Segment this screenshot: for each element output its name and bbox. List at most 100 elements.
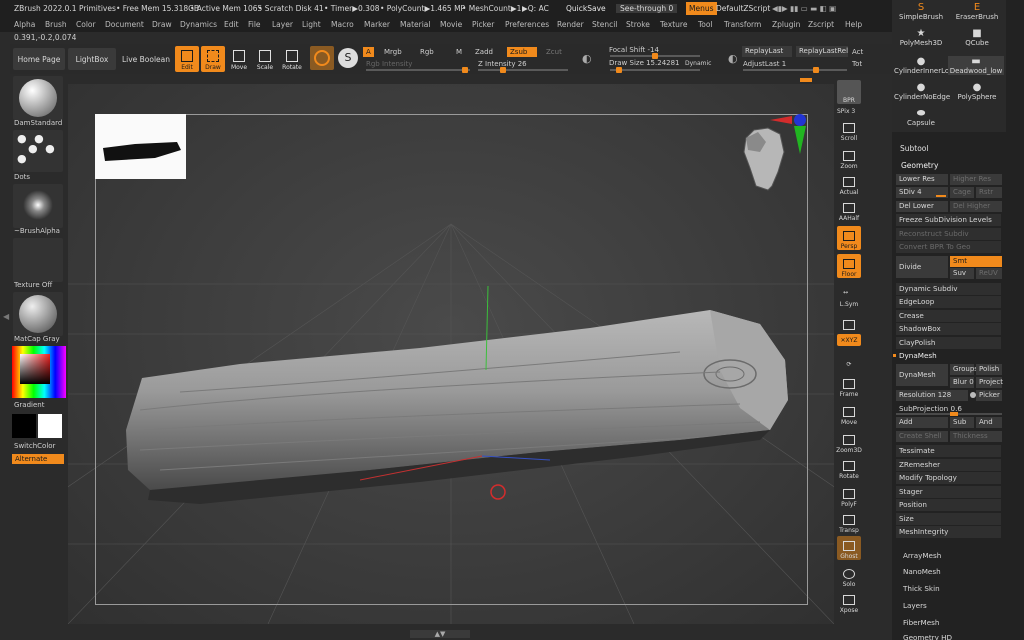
floor-button[interactable]: Floor: [837, 254, 861, 278]
xpose-button[interactable]: Xpose: [837, 590, 861, 614]
zremesher-section[interactable]: ZRemesher: [896, 459, 1001, 471]
rgb-intensity-track[interactable]: [366, 67, 470, 73]
default-script[interactable]: DefaultZScript: [716, 4, 770, 13]
texture-tile[interactable]: [13, 238, 63, 282]
brush-tile[interactable]: [13, 76, 63, 120]
deadwood-tool[interactable]: ▬ Deadwood_low: [948, 56, 1004, 75]
rotate-view-button[interactable]: Rotate: [837, 456, 861, 480]
gizmo-axes[interactable]: [360, 280, 560, 510]
dynamic-subdiv-section[interactable]: Dynamic Subdiv: [896, 283, 1001, 295]
quicksave-button[interactable]: QuickSave: [566, 4, 606, 13]
lsym-button[interactable]: ↔ L.Sym: [837, 284, 861, 308]
switch-color-button[interactable]: SwitchColor: [10, 442, 70, 450]
alpha-tile[interactable]: [13, 184, 63, 228]
rotate-button[interactable]: Rotate: [280, 46, 304, 72]
claypolish-section[interactable]: ClayPolish: [896, 337, 1001, 349]
pivot-circle-icon[interactable]: [490, 484, 506, 500]
primary-color-swatch[interactable]: [12, 414, 36, 438]
meshintegrity-section[interactable]: MeshIntegrity: [896, 526, 1001, 538]
left-tray-arrow-icon[interactable]: ◀: [3, 312, 9, 330]
crease-section[interactable]: Crease: [896, 310, 1001, 322]
rgb-toggle[interactable]: Rgb: [420, 48, 434, 56]
rotate-y-icon[interactable]: ⟳: [837, 348, 861, 368]
and-button[interactable]: And: [976, 417, 1002, 428]
persp-button[interactable]: Persp: [837, 226, 861, 250]
zoom3d-button[interactable]: Zoom3D: [836, 430, 862, 454]
cage-button[interactable]: Cage: [950, 187, 974, 198]
divide-button[interactable]: Divide: [896, 256, 948, 278]
menu-material[interactable]: Material: [400, 20, 430, 29]
actual-button[interactable]: Actual: [837, 172, 861, 196]
menu-file[interactable]: File: [248, 20, 261, 29]
bpr-button[interactable]: BPR: [837, 80, 861, 104]
thick-skin-section[interactable]: Thick Skin: [900, 583, 1005, 595]
transp-button[interactable]: Transp: [837, 510, 861, 534]
menu-zscript[interactable]: Zscript: [808, 20, 834, 29]
spix-slider[interactable]: SPix 3: [837, 108, 855, 115]
z-intensity-knob[interactable]: [500, 67, 506, 73]
color-picker[interactable]: [12, 346, 66, 398]
zsub-toggle[interactable]: Zsub: [507, 47, 537, 57]
polyf-button[interactable]: PolyF: [837, 484, 861, 508]
adjust-last-track[interactable]: [743, 67, 847, 73]
live-boolean-button[interactable]: Live Boolean: [118, 48, 174, 70]
project-toggle[interactable]: Project: [976, 377, 1003, 388]
cylinder-inner-tool[interactable]: ● CylinderInnerLo: [894, 56, 949, 75]
rgb-intensity-slider[interactable]: Rgb Intensity: [366, 60, 412, 68]
qcube-tool[interactable]: ■ QCube: [950, 28, 1004, 47]
frame-button[interactable]: Frame: [837, 374, 861, 398]
add-button[interactable]: Add: [896, 417, 948, 428]
see-through-slider[interactable]: See-through 0: [616, 4, 678, 13]
spotlight-icon[interactable]: S: [338, 48, 358, 68]
polish-toggle[interactable]: Polish: [976, 364, 1002, 375]
del-lower-button[interactable]: Del Lower: [896, 201, 948, 212]
create-shell-button[interactable]: Create Shell: [896, 431, 948, 442]
menu-macro[interactable]: Macro: [331, 20, 354, 29]
zoom-button[interactable]: Zoom: [837, 146, 861, 170]
menu-document[interactable]: Document: [105, 20, 144, 29]
subprojection-knob[interactable]: [950, 412, 958, 416]
cylinder-noedge-tool[interactable]: ● CylinderNoEdge: [894, 82, 950, 101]
menu-help[interactable]: Help: [845, 20, 862, 29]
menu-stencil[interactable]: Stencil: [592, 20, 617, 29]
menu-alpha[interactable]: Alpha: [14, 20, 35, 29]
lightbox-button[interactable]: LightBox: [68, 48, 116, 70]
nanomesh-section[interactable]: NanoMesh: [900, 566, 1005, 578]
secondary-color-swatch[interactable]: [38, 414, 62, 438]
layout-icons[interactable]: ◀▮▶ ▮▮ ▭ ▬ ◧ ▣: [772, 4, 836, 13]
scale-button[interactable]: Scale: [253, 46, 277, 72]
menu-layer[interactable]: Layer: [272, 20, 293, 29]
m-toggle[interactable]: M: [456, 48, 462, 56]
thickness-slider[interactable]: Thickness: [950, 431, 1002, 442]
tessimate-section[interactable]: Tessimate: [896, 445, 1001, 457]
stager-section[interactable]: Stager: [896, 486, 1001, 498]
menu-dynamics[interactable]: Dynamics: [180, 20, 217, 29]
home-page-button[interactable]: Home Page: [13, 48, 65, 70]
solo-button[interactable]: Solo: [837, 564, 861, 588]
menus-button[interactable]: Menus: [686, 2, 717, 15]
dynamic-toggle[interactable]: Dynamic: [685, 60, 711, 67]
menu-preferences[interactable]: Preferences: [505, 20, 549, 29]
ghost-button[interactable]: Ghost: [837, 536, 861, 560]
xyz-toggle[interactable]: ✕XYZ: [837, 334, 861, 346]
draw-size-track[interactable]: [610, 67, 700, 73]
fibermesh-section[interactable]: FiberMesh: [900, 617, 1005, 629]
rstr-button[interactable]: Rstr: [976, 187, 1002, 198]
dynamesh-button[interactable]: DynaMesh: [896, 364, 948, 386]
zadd-toggle[interactable]: Zadd: [475, 48, 493, 56]
edit-button[interactable]: Edit: [175, 46, 199, 72]
adjust-last-knob[interactable]: [813, 67, 819, 73]
simple-brush-tool[interactable]: S SimpleBrush: [896, 2, 946, 21]
menu-picker[interactable]: Picker: [472, 20, 494, 29]
replay-last-rel-button[interactable]: ReplayLastRel: [796, 46, 848, 57]
modify-topology-section[interactable]: Modify Topology: [896, 472, 1001, 484]
menu-edit[interactable]: Edit: [224, 20, 239, 29]
reuv-button[interactable]: ReUV: [976, 268, 1002, 279]
sdiv-knob[interactable]: [936, 195, 946, 197]
replay-last-button[interactable]: ReplayLast: [742, 46, 792, 57]
smt-toggle[interactable]: Smt: [950, 256, 1002, 267]
menu-marker[interactable]: Marker: [364, 20, 390, 29]
menu-render[interactable]: Render: [557, 20, 584, 29]
position-section[interactable]: Position: [896, 499, 1001, 511]
menu-stroke[interactable]: Stroke: [626, 20, 650, 29]
